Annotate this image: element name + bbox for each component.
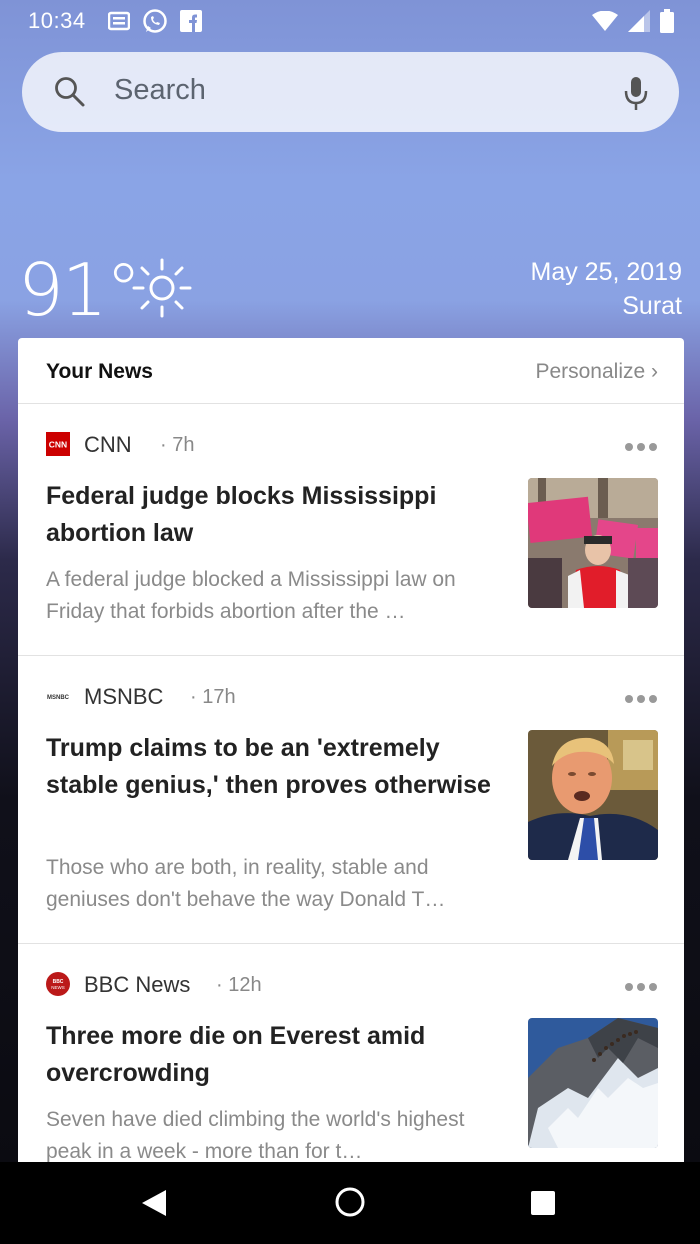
portrait-photo (528, 730, 658, 860)
weather-temperature: 91° (18, 248, 142, 332)
svg-text:CNN: CNN (49, 440, 67, 450)
article-snippet: A federal judge blocked a Mississippi la… (46, 568, 456, 623)
news-header-title: Your News (46, 360, 153, 383)
facebook-icon (180, 10, 202, 32)
bbc-news-logo-icon: BBC NEWS (46, 972, 70, 996)
article-time: · 7h (160, 434, 195, 456)
article-thumbnail[interactable] (528, 730, 658, 860)
news-card: Your News Personalize › CNN CNN · 7h Fed… (18, 338, 684, 1162)
article-headline[interactable]: Trump claims to be an 'extremely stable … (46, 730, 494, 804)
whatsapp-icon (143, 9, 167, 33)
status-bar: 10:34 (0, 0, 700, 44)
search-input[interactable]: Search (114, 74, 206, 107)
article-source: BBC News (84, 972, 191, 997)
svg-text:MSNBC: MSNBC (47, 695, 70, 701)
msnbc-logo-icon: MSNBC (47, 695, 70, 701)
protest-photo (528, 478, 658, 608)
recents-icon[interactable] (530, 1190, 556, 1216)
svg-text:NEWS: NEWS (51, 985, 65, 990)
search-bar[interactable]: Search (22, 52, 679, 132)
search-icon (55, 77, 85, 107)
news-article[interactable]: MSNBC MSNBC · 17h Trump claims to be an … (18, 656, 684, 944)
weather-city: Surat (622, 292, 682, 320)
article-thumbnail[interactable] (528, 478, 658, 608)
more-options-icon[interactable] (624, 442, 658, 452)
news-article[interactable]: CNN CNN · 7h Federal judge blocks Missis… (18, 404, 684, 656)
wifi-icon (592, 11, 618, 31)
article-headline[interactable]: Federal judge blocks Mississippi abortio… (46, 478, 494, 552)
article-source: CNN (84, 432, 132, 457)
more-options-icon[interactable] (624, 982, 658, 992)
more-options-icon[interactable] (624, 694, 658, 704)
weather-date: May 25, 2019 (530, 258, 683, 286)
back-icon[interactable] (140, 1188, 168, 1218)
battery-icon (660, 9, 674, 33)
news-article[interactable]: BBC NEWS BBC News · 12h Three more die o… (18, 944, 684, 1162)
article-source: MSNBC (84, 684, 164, 709)
article-time: · 17h (190, 686, 236, 708)
cell-signal-icon (628, 10, 650, 32)
notification-message-icon (108, 11, 130, 31)
article-snippet: Those who are both, in reality, stable a… (46, 856, 446, 911)
status-time: 10:34 (28, 8, 86, 33)
personalize-link[interactable]: Personalize › (535, 360, 658, 384)
mountain-photo (528, 1018, 658, 1148)
navigation-bar (0, 1162, 700, 1244)
sun-icon (132, 258, 192, 318)
article-time: · 12h (216, 974, 262, 996)
article-thumbnail[interactable] (528, 1018, 658, 1148)
home-icon[interactable] (334, 1186, 366, 1218)
news-header: Your News Personalize › (18, 338, 684, 404)
article-snippet: Seven have died climbing the world's hig… (46, 1108, 465, 1162)
cnn-logo-icon: CNN (46, 432, 70, 456)
article-headline[interactable]: Three more die on Everest amid overcrowd… (46, 1018, 494, 1092)
microphone-icon[interactable] (623, 76, 649, 112)
